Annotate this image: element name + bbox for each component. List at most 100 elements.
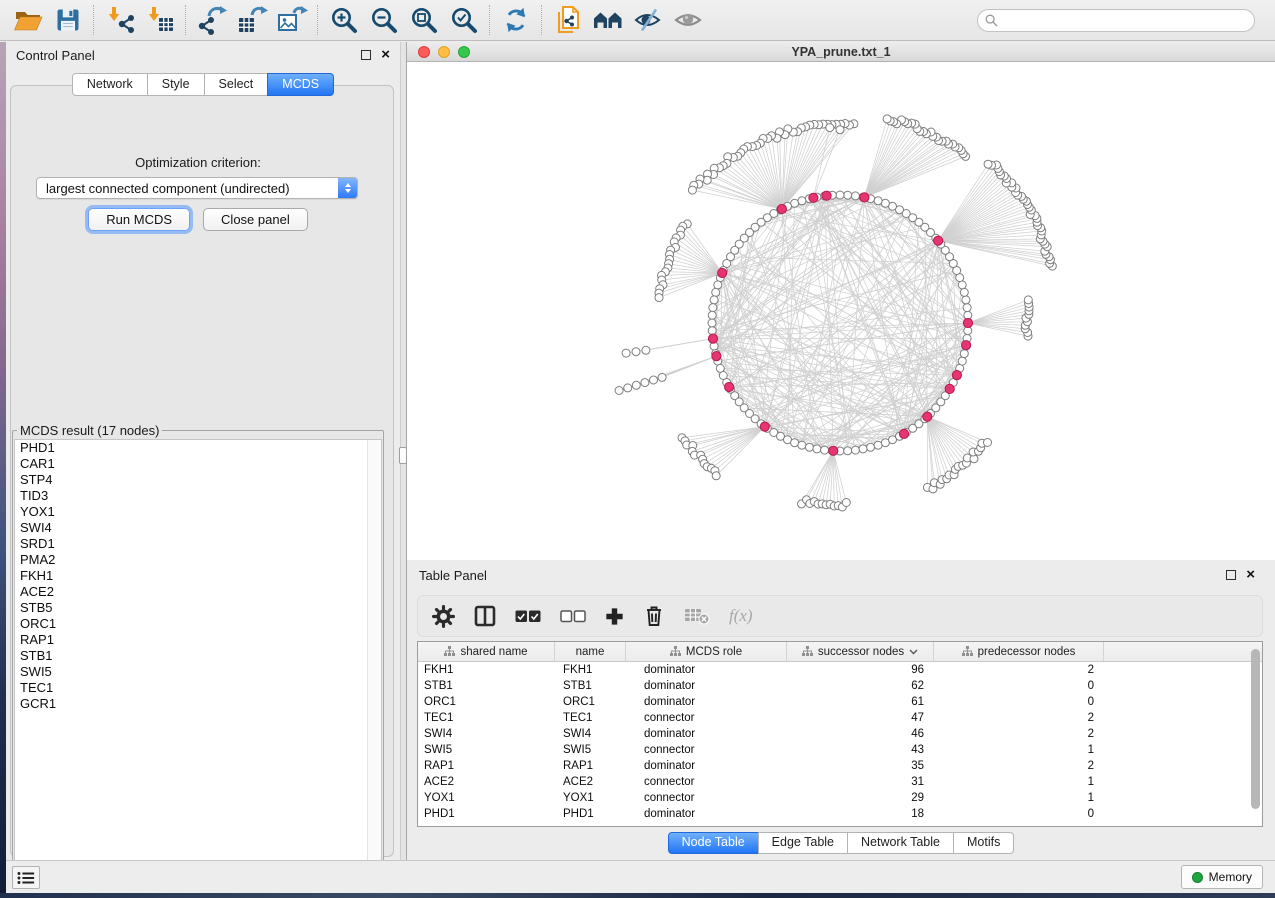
criterion-dropdown[interactable]: largest connected component (undirected)	[36, 177, 358, 199]
tab-motifs[interactable]: Motifs	[953, 832, 1014, 854]
select-all-rows-button[interactable]	[515, 610, 541, 623]
cell-successor-nodes: 18	[787, 808, 934, 820]
memory-status-icon	[1192, 872, 1203, 883]
mcds-result-list[interactable]: PHD1CAR1STP4TID3YOX1SWI4SRD1PMA2FKH1ACE2…	[14, 439, 382, 876]
network-graph[interactable]	[407, 62, 1275, 560]
cell-mcds-role: dominator	[626, 808, 787, 820]
table-row[interactable]: ACE2ACE2connector311	[418, 774, 1262, 790]
table-row[interactable]: PHD1PHD1dominator180	[418, 806, 1262, 822]
import-table-icon	[145, 5, 175, 35]
tab-network-table[interactable]: Network Table	[847, 832, 954, 854]
show-columns-button[interactable]	[474, 605, 496, 627]
delete-column-button[interactable]	[643, 604, 665, 628]
find-network-button[interactable]	[588, 2, 628, 38]
memory-button[interactable]: Memory	[1181, 865, 1263, 889]
save-session-button[interactable]	[48, 2, 88, 38]
table-row[interactable]: RAP1RAP1dominator352	[418, 758, 1262, 774]
hide-display-button[interactable]	[628, 2, 668, 38]
table-scrollbar-thumb[interactable]	[1251, 649, 1260, 809]
export-table-button[interactable]	[232, 2, 272, 38]
mcds-result-group: MCDS result (17 nodes) PHD1CAR1STP4TID3Y…	[12, 423, 384, 878]
cell-predecessor-nodes: 0	[934, 680, 1104, 692]
refresh-layout-button[interactable]	[496, 2, 536, 38]
tab-select[interactable]: Select	[204, 73, 269, 96]
function-builder-button[interactable]: f(x)	[729, 606, 753, 626]
mcds-result-item[interactable]: STB1	[15, 648, 381, 664]
table-row[interactable]: SWI4SWI4dominator462	[418, 726, 1262, 742]
mcds-result-item[interactable]: ACE2	[15, 584, 381, 600]
column-header-name[interactable]: name	[555, 642, 626, 661]
mcds-result-item[interactable]: SRD1	[15, 536, 381, 552]
control-panel-tabs: NetworkStyleSelectMCDS	[6, 73, 400, 96]
column-header-shared-name[interactable]: shared name	[418, 642, 555, 661]
table-row[interactable]: YOX1YOX1connector291	[418, 790, 1262, 806]
mcds-result-item[interactable]: PHD1	[15, 440, 381, 456]
mcds-result-item[interactable]: CAR1	[15, 456, 381, 472]
share-network-button[interactable]	[548, 2, 588, 38]
close-panel-icon[interactable]: ×	[381, 50, 390, 60]
tab-node-table[interactable]: Node Table	[668, 832, 759, 854]
mcds-result-item[interactable]: STP4	[15, 472, 381, 488]
mcds-result-item[interactable]: YOX1	[15, 504, 381, 520]
tab-edge-table[interactable]: Edge Table	[758, 832, 848, 854]
close-panel-icon[interactable]: ×	[1246, 570, 1255, 580]
show-display-button[interactable]	[668, 2, 708, 38]
save-icon	[54, 6, 82, 34]
tab-style[interactable]: Style	[147, 73, 205, 96]
table-row[interactable]: ORC1ORC1dominator610	[418, 694, 1262, 710]
tab-network[interactable]: Network	[72, 73, 148, 96]
cell-successor-nodes: 35	[787, 760, 934, 772]
network-canvas[interactable]	[407, 62, 1275, 560]
float-panel-icon[interactable]	[1226, 570, 1236, 580]
delete-table-button[interactable]	[684, 606, 710, 626]
application-window: Control Panel × NetworkStyleSelectMCDS O…	[0, 0, 1275, 898]
mcds-result-item[interactable]: ORC1	[15, 616, 381, 632]
mcds-result-item[interactable]: SWI5	[15, 664, 381, 680]
column-header-mcds-role[interactable]: MCDS role	[626, 642, 787, 661]
mcds-result-item[interactable]: GCR1	[15, 696, 381, 712]
tab-mcds[interactable]: MCDS	[267, 73, 334, 96]
deselect-all-rows-button[interactable]	[560, 610, 586, 623]
float-panel-icon[interactable]	[361, 50, 371, 60]
cell-shared-name: ACE2	[418, 776, 555, 788]
console-button[interactable]	[12, 866, 40, 889]
cell-name: PHD1	[555, 808, 626, 820]
zoom-selected-button[interactable]	[444, 2, 484, 38]
create-column-button[interactable]	[605, 607, 624, 626]
cell-shared-name: STB1	[418, 680, 555, 692]
zoom-out-icon	[369, 5, 399, 35]
mcds-result-item[interactable]: SWI4	[15, 520, 381, 536]
search-input[interactable]	[1003, 12, 1254, 28]
export-image-button[interactable]	[272, 2, 312, 38]
search-field[interactable]	[977, 9, 1255, 32]
mcds-result-item[interactable]: TID3	[15, 488, 381, 504]
import-table-button[interactable]	[140, 2, 180, 38]
table-row[interactable]: SWI5SWI5connector431	[418, 742, 1262, 758]
import-network-button[interactable]	[100, 2, 140, 38]
checked-boxes-icon	[515, 610, 541, 623]
table-row[interactable]: FKH1FKH1dominator962	[418, 662, 1262, 678]
open-file-button[interactable]	[8, 2, 48, 38]
column-header-successor-nodes[interactable]: successor nodes	[787, 642, 934, 661]
zoom-out-button[interactable]	[364, 2, 404, 38]
mcds-result-item[interactable]: PMA2	[15, 552, 381, 568]
export-network-button[interactable]	[192, 2, 232, 38]
zoom-in-button[interactable]	[324, 2, 364, 38]
close-panel-button[interactable]: Close panel	[203, 208, 308, 231]
table-row[interactable]: TEC1TEC1connector472	[418, 710, 1262, 726]
sitemap-icon	[670, 646, 681, 657]
mcds-result-item[interactable]: FKH1	[15, 568, 381, 584]
run-mcds-button[interactable]: Run MCDS	[88, 208, 190, 231]
column-label: predecessor nodes	[978, 646, 1076, 658]
table-settings-button[interactable]	[432, 605, 455, 628]
mcds-result-item[interactable]: RAP1	[15, 632, 381, 648]
splitter-handle[interactable]	[399, 447, 407, 464]
mcds-result-item[interactable]: TEC1	[15, 680, 381, 696]
table-row[interactable]: STB1STB1dominator620	[418, 678, 1262, 694]
cell-name: ACE2	[555, 776, 626, 788]
mcds-result-item[interactable]: STB5	[15, 600, 381, 616]
column-header-predecessor-nodes[interactable]: predecessor nodes	[934, 642, 1104, 661]
toolbar-separator	[93, 5, 95, 35]
zoom-fit-button[interactable]	[404, 2, 444, 38]
delete-table-icon	[684, 606, 710, 626]
